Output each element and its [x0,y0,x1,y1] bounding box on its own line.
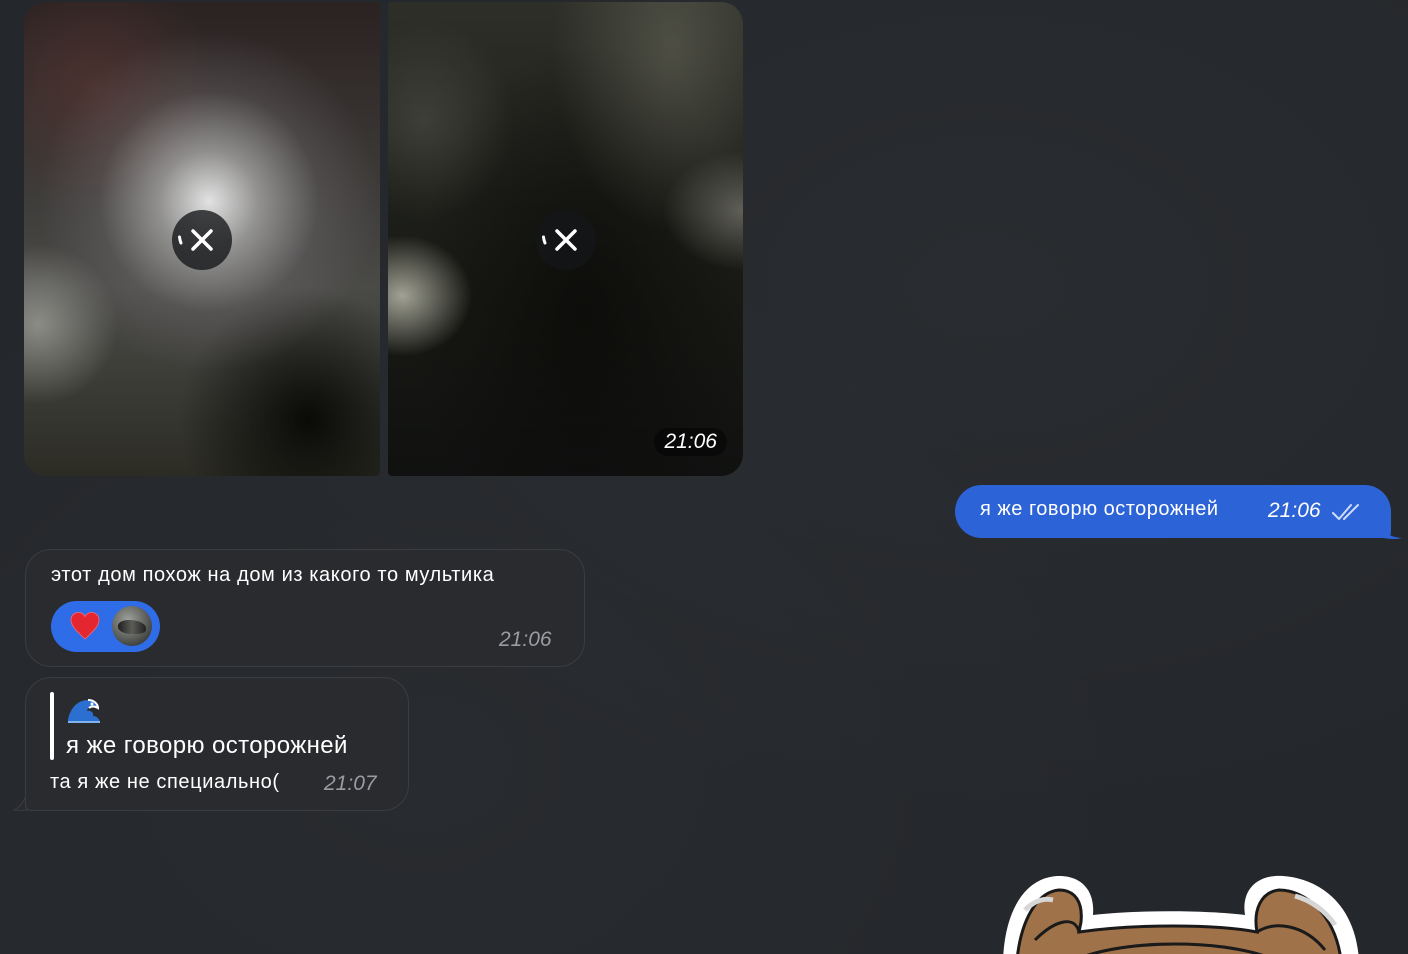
reactor-avatar [112,606,152,646]
message-text: этот дом похож на дом из какого то мульт… [51,564,495,586]
message-text: та я же не специально( [50,771,280,793]
album-timestamp: 21:06 [654,428,727,456]
message-timestamp: 21:06 [499,628,552,651]
media-album[interactable]: 21:06 [24,2,743,476]
cancel-upload-button-2[interactable] [535,210,596,270]
incoming-message-bubble-1[interactable]: этот дом похож на дом из какого то мульт… [25,549,585,667]
wave-icon [68,699,100,723]
incoming-message-bubble-2[interactable]: я же говорю осторожней та я же не специа… [25,677,409,811]
cancel-upload-button-1[interactable] [172,210,232,270]
sticker[interactable] [995,870,1365,954]
close-icon [541,229,577,251]
double-check-icon [1332,504,1359,520]
outgoing-message-bubble[interactable]: я же говорю осторожней 21:06 [955,485,1391,538]
message-timestamp: 21:06 [1268,499,1321,522]
reply-quote-bar [50,692,54,760]
message-text: я же говорю осторожней [980,498,1219,520]
message-timestamp: 21:07 [324,772,377,795]
heart-icon [70,612,100,640]
photo-thumbnail-1[interactable] [24,2,380,476]
sticker-dog-icon [1003,875,1359,954]
bubble-tail [1376,520,1402,539]
photo-thumbnail-2[interactable]: 21:06 [388,2,743,476]
reaction-chip[interactable] [51,601,160,652]
reply-quote-text: я же говорю осторожней [66,732,348,759]
close-icon [178,229,213,251]
